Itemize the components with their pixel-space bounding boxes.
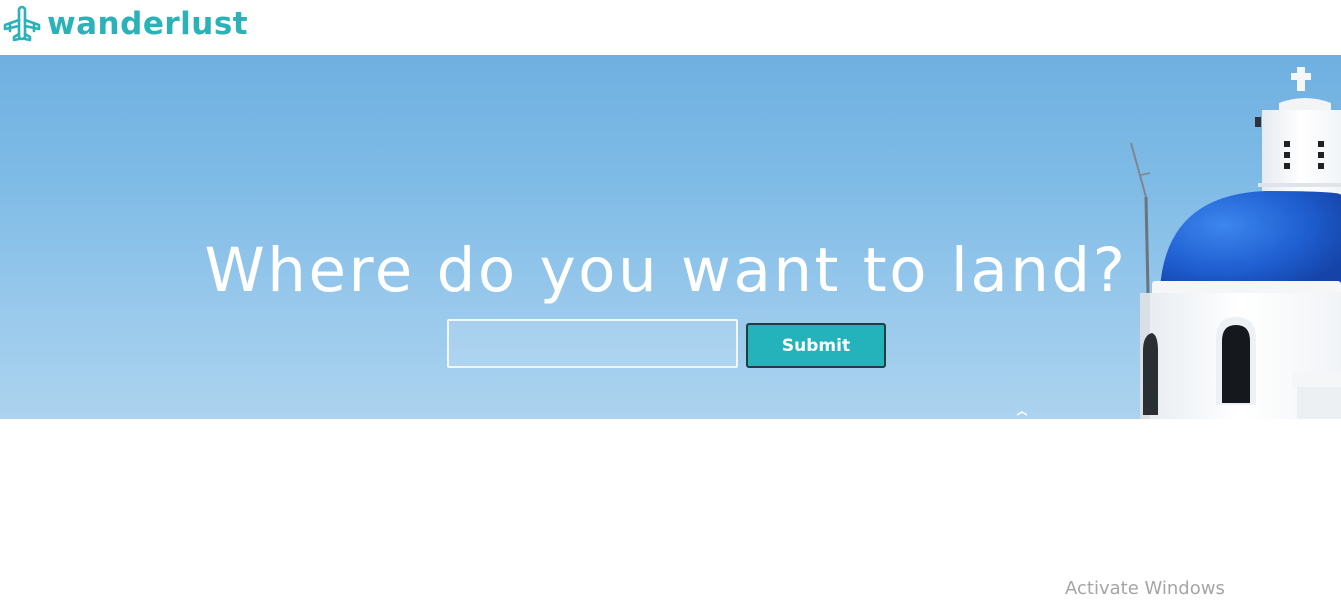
page: wanderlust Where do you want to land? Su… bbox=[0, 0, 1341, 607]
site-header: wanderlust bbox=[0, 0, 1341, 55]
brand-logo-link[interactable]: wanderlust bbox=[2, 3, 248, 45]
hero-section: Where do you want to land? Submit bbox=[0, 55, 1341, 419]
activate-windows-watermark: Activate Windows bbox=[1065, 578, 1225, 599]
submit-button[interactable]: Submit bbox=[746, 323, 886, 368]
hero-title: Where do you want to land? bbox=[204, 234, 1128, 306]
destination-search-input[interactable] bbox=[447, 319, 738, 368]
airplane-icon bbox=[3, 5, 41, 42]
brand-name: wanderlust bbox=[47, 6, 249, 42]
